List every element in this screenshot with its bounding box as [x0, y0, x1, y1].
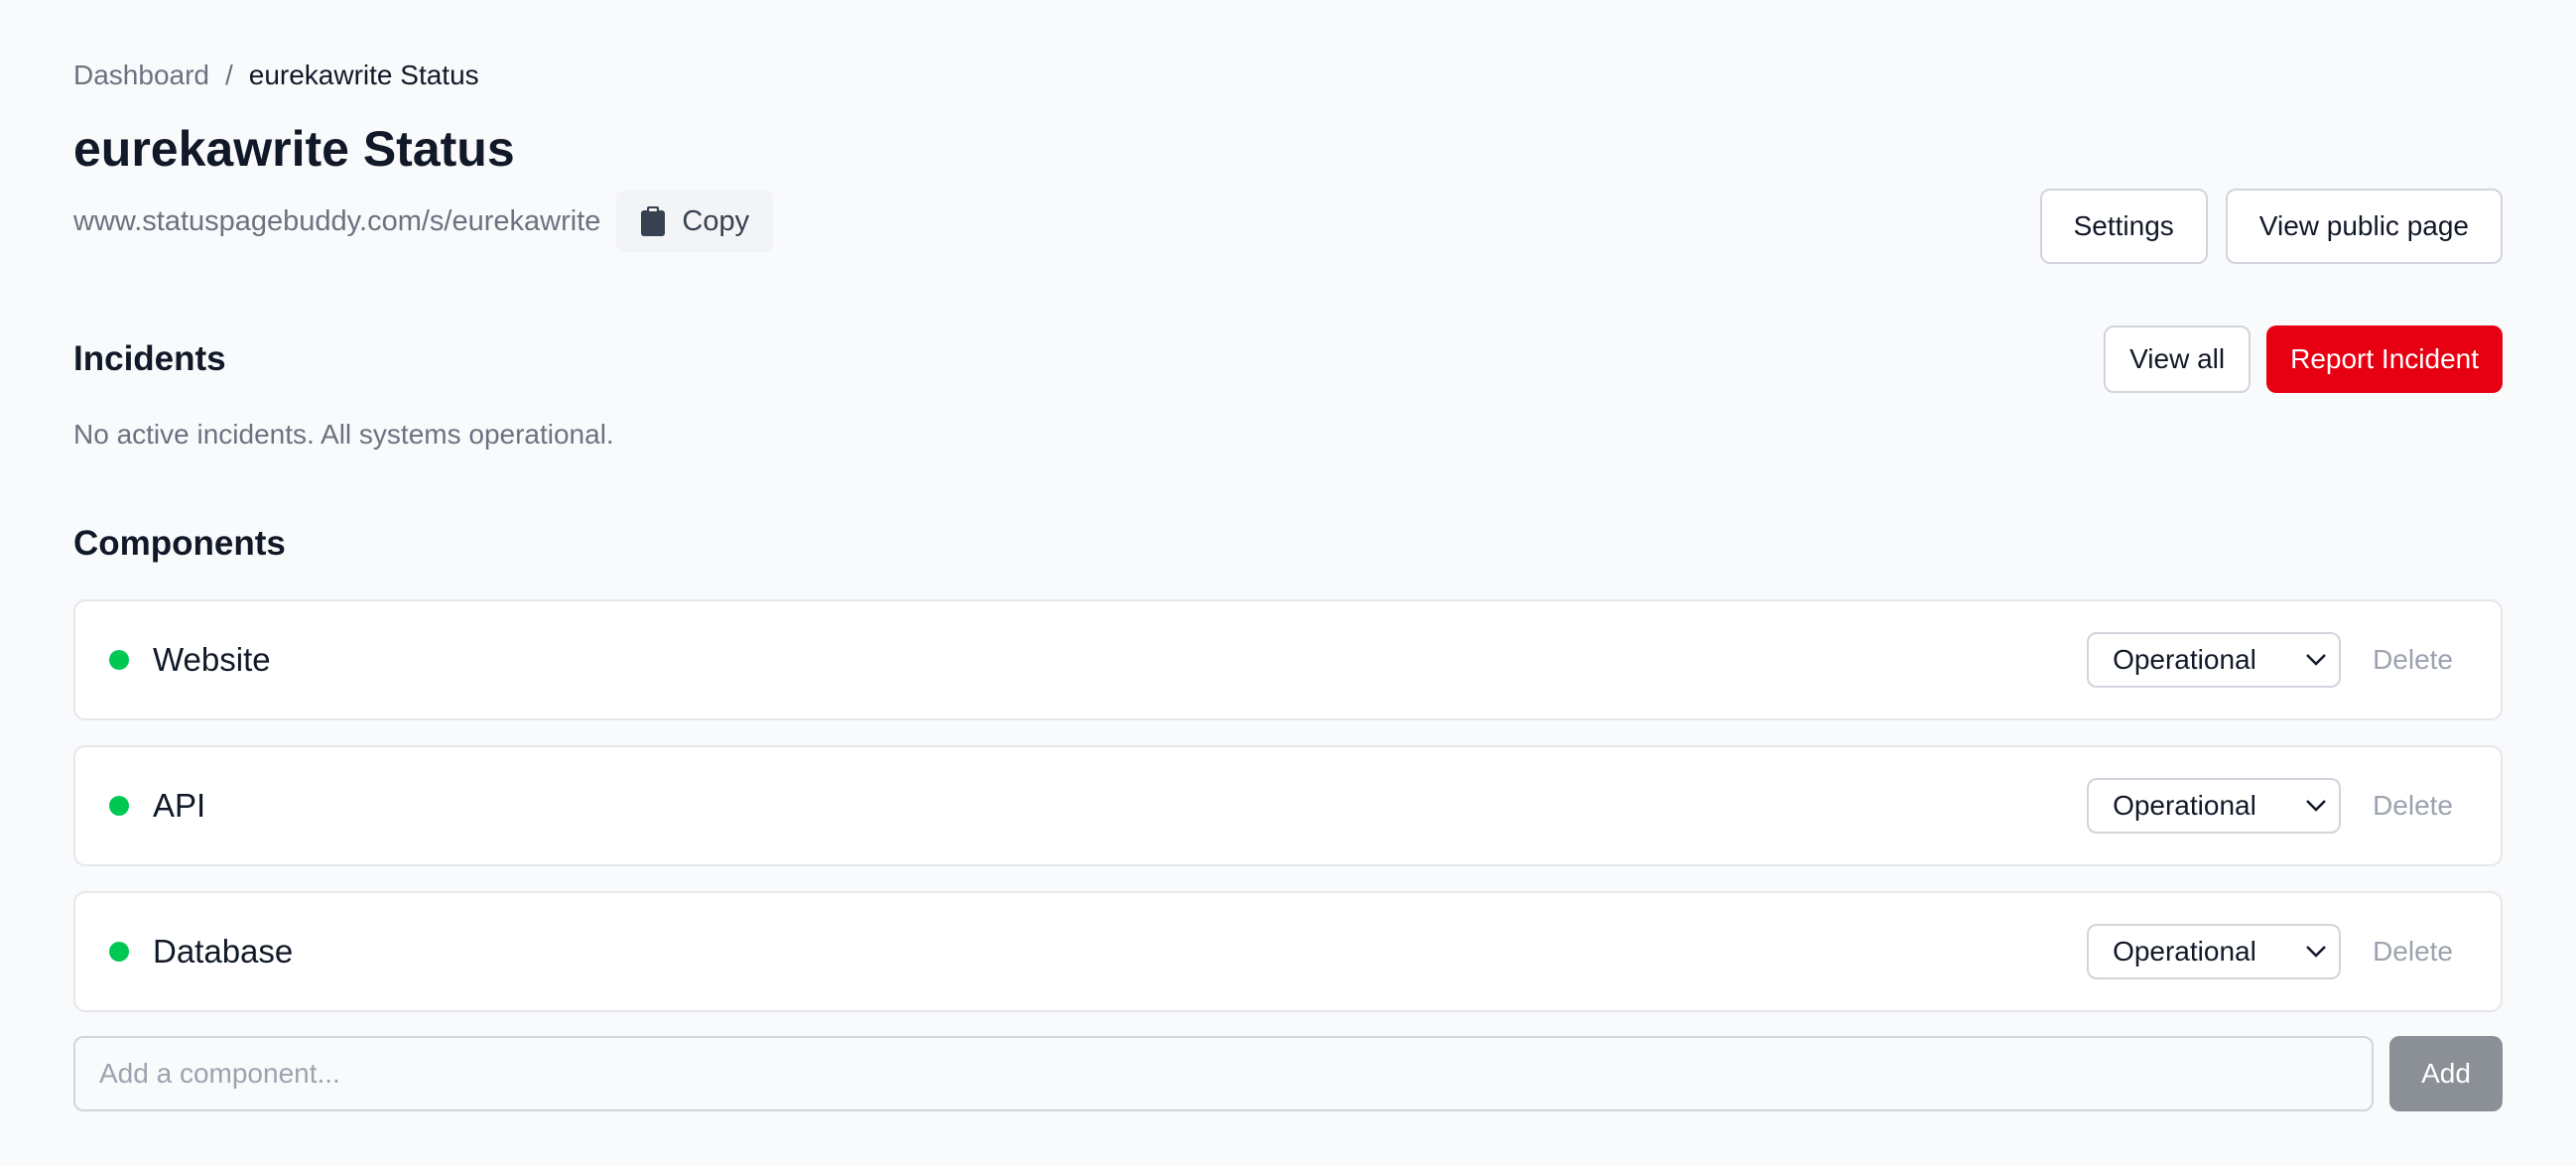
- chevron-down-icon: [2306, 946, 2326, 958]
- delete-component-button[interactable]: Delete: [2373, 644, 2453, 676]
- breadcrumb-dashboard-link[interactable]: Dashboard: [73, 60, 209, 91]
- incidents-title: Incidents: [73, 339, 226, 378]
- status-page-dashboard: Dashboard / eurekawrite Status eurekawri…: [0, 0, 2576, 1165]
- delete-component-button[interactable]: Delete: [2373, 936, 2453, 968]
- component-list: Website Operational Delete API Operation…: [73, 599, 2503, 1037]
- component-name: Database: [153, 933, 294, 970]
- component-row-website: Website Operational Delete: [73, 599, 2503, 720]
- public-url-row: www.statuspagebuddy.com/s/eurekawrite Co…: [73, 191, 774, 252]
- incidents-header: Incidents View all Report Incident: [73, 325, 2503, 393]
- breadcrumb-separator: /: [224, 60, 233, 90]
- status-select-value: Operational: [2113, 790, 2256, 821]
- incidents-empty-message: No active incidents. All systems operati…: [73, 419, 614, 450]
- component-status-select[interactable]: Operational: [2087, 924, 2342, 979]
- status-dot-icon: [109, 942, 129, 962]
- status-select-value: Operational: [2113, 644, 2256, 675]
- public-url: www.statuspagebuddy.com/s/eurekawrite: [73, 204, 601, 237]
- page-header-left: eurekawrite Status www.statuspagebuddy.c…: [73, 119, 774, 252]
- page-header: eurekawrite Status www.statuspagebuddy.c…: [73, 119, 2503, 264]
- component-controls: Operational Delete: [2087, 924, 2469, 979]
- component-name: Website: [153, 641, 271, 678]
- breadcrumb: Dashboard / eurekawrite Status: [73, 58, 2503, 93]
- component-controls: Operational Delete: [2087, 778, 2469, 834]
- chevron-down-icon: [2306, 800, 2326, 812]
- component-name: API: [153, 787, 206, 824]
- add-component-row: Add: [73, 1036, 2503, 1111]
- components-title: Components: [73, 524, 286, 563]
- status-dot-icon: [109, 796, 129, 816]
- component-info: API: [107, 787, 205, 825]
- page-header-actions: Settings View public page: [2039, 189, 2503, 264]
- report-incident-button[interactable]: Report Incident: [2266, 325, 2503, 393]
- component-info: Database: [107, 933, 293, 971]
- component-status-select[interactable]: Operational: [2087, 632, 2342, 688]
- page-title: eurekawrite Status: [73, 121, 515, 177]
- chevron-down-icon: [2306, 654, 2326, 666]
- breadcrumb-current: eurekawrite Status: [248, 60, 479, 90]
- view-all-incidents-button[interactable]: View all: [2104, 325, 2252, 393]
- component-info: Website: [107, 641, 271, 679]
- incidents-actions: View all Report Incident: [2104, 325, 2503, 393]
- add-component-input[interactable]: [73, 1036, 2374, 1111]
- clipboard-icon: [641, 206, 666, 236]
- add-component-button[interactable]: Add: [2389, 1036, 2503, 1111]
- view-public-page-button[interactable]: View public page: [2225, 189, 2503, 264]
- component-controls: Operational Delete: [2087, 632, 2469, 688]
- settings-button[interactable]: Settings: [2039, 189, 2208, 264]
- component-row-api: API Operational Delete: [73, 745, 2503, 866]
- delete-component-button[interactable]: Delete: [2373, 790, 2453, 822]
- status-select-value: Operational: [2113, 936, 2256, 967]
- component-row-database: Database Operational Delete: [73, 891, 2503, 1012]
- copy-url-button[interactable]: Copy: [616, 191, 774, 252]
- copy-button-label: Copy: [682, 204, 750, 237]
- status-dot-icon: [109, 650, 129, 670]
- component-status-select[interactable]: Operational: [2087, 778, 2342, 834]
